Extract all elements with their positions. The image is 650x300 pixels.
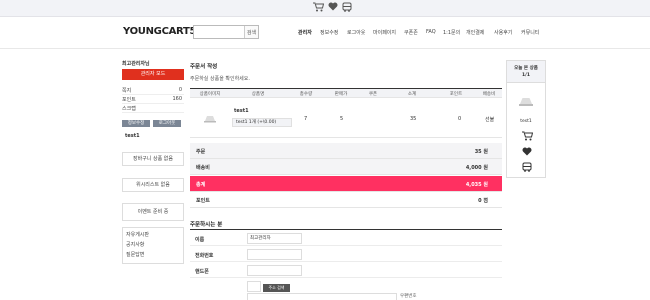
- member-sidebar: 최고관리자님 관리자 모드 쪽지 0 포인트 160 스크랩 정보수정 로그아웃…: [122, 60, 187, 264]
- summary-point-label: 포인트: [196, 198, 210, 204]
- summary-point: 포인트 0 점: [190, 192, 502, 208]
- link-free-board[interactable]: 자유게시판: [126, 231, 149, 238]
- product-name[interactable]: test1: [234, 108, 249, 114]
- summary-total-label: 총계: [196, 182, 206, 188]
- name-field[interactable]: 최고관리자: [247, 233, 302, 244]
- stat-scrap[interactable]: 스크랩: [122, 105, 184, 113]
- zipcode-note: 우편번호: [400, 294, 417, 299]
- link-qna[interactable]: 질문답변: [126, 251, 144, 258]
- recent-items-header: 오늘 본 상품 1/1: [507, 61, 545, 83]
- col-coupon: 쿠폰: [368, 92, 378, 97]
- page-title: 주문서 작성: [190, 64, 218, 70]
- col-qty: 총수량: [299, 92, 313, 97]
- order-notice: 주문하실 상품을 확인하세요.: [190, 76, 250, 82]
- menu-reviews[interactable]: 사용후기: [494, 29, 512, 36]
- orderer-title: 주문하시는 분: [190, 222, 223, 228]
- stat-point-label: 포인트: [122, 97, 136, 103]
- col-subtotal: 소계: [407, 92, 417, 97]
- logout-button[interactable]: 로그아웃: [153, 120, 181, 127]
- product-option: test1 1개 (+\0.00): [232, 118, 292, 127]
- summary-shipping: 배송비 4,000 원: [190, 159, 502, 175]
- bus-icon[interactable]: [521, 162, 533, 175]
- product-qty: 7: [304, 116, 308, 122]
- search-box: 검색: [193, 25, 259, 39]
- mobile-label: 핸드폰: [195, 269, 209, 275]
- cart-box: 장바구니 상품 없음: [122, 152, 184, 166]
- stat-memo-label: 쪽지: [122, 88, 132, 94]
- mobile-field[interactable]: [247, 265, 302, 276]
- divider: [190, 229, 502, 230]
- recent-items-title: 오늘 본 상품: [514, 66, 538, 71]
- wishlist-box: 위시리스트 없음: [122, 178, 184, 192]
- search-input[interactable]: [194, 26, 244, 38]
- form-row-name: 이름 최고관리자: [190, 231, 502, 246]
- stat-memo[interactable]: 쪽지 0: [122, 87, 184, 95]
- col-shipping: 배송비: [482, 92, 496, 97]
- summary-total: 총계 4,035 원: [190, 176, 502, 192]
- recent-items-page: 1/1: [522, 73, 530, 78]
- recent-item-name[interactable]: test1: [507, 119, 545, 124]
- phone-field[interactable]: [247, 249, 302, 260]
- edit-info-button[interactable]: 정보수정: [122, 120, 150, 127]
- recent-items-panel: 오늘 본 상품 1/1 test1: [506, 60, 546, 178]
- menu-edit-profile[interactable]: 정보수정: [320, 29, 338, 36]
- heart-icon[interactable]: [521, 147, 533, 159]
- col-name: 상품명: [251, 92, 265, 97]
- sidebar-username: test1: [125, 133, 140, 139]
- site-logo[interactable]: YOUNGCART5: [123, 26, 197, 37]
- summary-order-label: 주문: [196, 149, 206, 155]
- summary-shipping-label: 배송비: [196, 165, 210, 171]
- form-row-phone: 전화번호: [190, 247, 502, 262]
- menu-coupon[interactable]: 쿠폰존: [404, 29, 418, 36]
- address-field[interactable]: [247, 293, 397, 300]
- summary-order-value: 35 원: [474, 149, 488, 155]
- menu-mypage[interactable]: 마이페이지: [373, 29, 396, 36]
- bus-icon[interactable]: [341, 2, 353, 14]
- summary-total-value: 4,035 원: [465, 182, 488, 188]
- search-button[interactable]: 검색: [244, 26, 258, 38]
- zipcode-field[interactable]: [247, 281, 261, 292]
- summary-shipping-value: 4,000 원: [465, 165, 488, 171]
- cart-icon[interactable]: [312, 2, 324, 14]
- stat-scrap-label: 스크랩: [122, 106, 136, 112]
- stat-point[interactable]: 포인트 160: [122, 96, 184, 104]
- col-image: 상품이미지: [199, 92, 221, 97]
- phone-label: 전화번호: [195, 253, 214, 259]
- summary-point-value: 0 점: [478, 198, 488, 204]
- product-thumbnail[interactable]: [204, 115, 216, 123]
- admin-mode-button[interactable]: 관리자 모드: [122, 69, 184, 80]
- stat-point-value: 160: [172, 96, 182, 102]
- heart-icon[interactable]: [327, 2, 339, 14]
- order-table-header: 상품이미지 상품명 총수량 판매가 쿠폰 소계 포인트 배송비: [190, 88, 502, 98]
- stat-memo-value: 0: [178, 87, 182, 93]
- address-search-button[interactable]: 주소 검색: [263, 284, 290, 292]
- menu-personal-pay[interactable]: 개인결제: [466, 29, 484, 36]
- member-greeting: 최고관리자님: [122, 61, 150, 67]
- recent-item-thumbnail[interactable]: [519, 97, 533, 107]
- col-price: 판매가: [334, 92, 348, 97]
- product-shipping: 선불: [485, 117, 495, 123]
- summary-order: 주문 35 원: [190, 143, 502, 159]
- site-header: YOUNGCART5 검색 관리자 정보수정 로그아웃 마이페이지 쿠폰존 FA…: [0, 17, 650, 49]
- product-subtotal: 35: [410, 116, 417, 122]
- menu-faq[interactable]: FAQ: [426, 29, 436, 35]
- link-notice[interactable]: 공지사항: [126, 241, 144, 248]
- cart-icon[interactable]: [521, 131, 533, 144]
- form-row-mobile: 핸드폰: [190, 263, 502, 278]
- menu-inquiry[interactable]: 1:1문의: [443, 29, 460, 36]
- menu-admin[interactable]: 관리자: [298, 29, 312, 36]
- product-price: 5: [340, 116, 344, 122]
- col-point: 포인트: [449, 92, 463, 97]
- top-bar: [0, 0, 650, 17]
- event-box: 이벤트 준비 중: [122, 203, 184, 221]
- name-label: 이름: [195, 237, 205, 243]
- menu-logout[interactable]: 로그아웃: [347, 29, 365, 36]
- menu-community[interactable]: 커뮤니티: [521, 29, 539, 36]
- product-point: 0: [458, 116, 462, 122]
